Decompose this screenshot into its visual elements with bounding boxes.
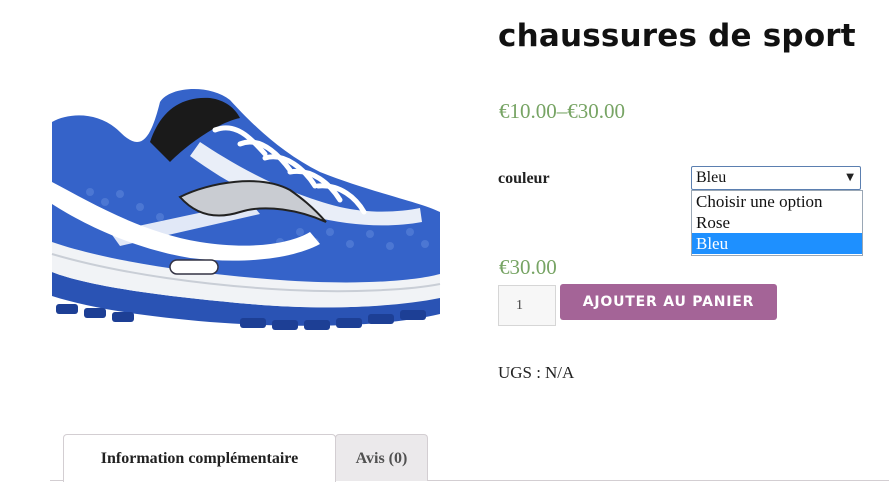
tab-additional-information[interactable]: Information complémentaire [63, 434, 336, 482]
quantity-input[interactable]: 1 [498, 285, 556, 326]
color-select[interactable]: Bleu ▼ [691, 166, 861, 190]
dropdown-arrow-icon: ▼ [846, 172, 854, 183]
sku: UGS : N/A [498, 363, 574, 383]
option-choose[interactable]: Choisir une option [692, 191, 862, 212]
option-bleu[interactable]: Bleu [692, 233, 862, 254]
add-to-cart-button[interactable]: AJOUTER AU PANIER [560, 284, 777, 320]
color-dropdown-list: Choisir une option Rose Bleu [691, 190, 863, 256]
product-title: chaussures de sport [498, 18, 856, 54]
variation-price: €30.00 [499, 255, 557, 279]
option-rose[interactable]: Rose [692, 212, 862, 233]
running-shoe-icon [51, 88, 441, 330]
tab-reviews[interactable]: Avis (0) [335, 434, 428, 481]
product-image [50, 82, 442, 334]
color-select-value: Bleu [696, 169, 727, 186]
color-label: couleur [498, 170, 550, 187]
sku-label: UGS : [498, 363, 541, 382]
sku-value: N/A [544, 363, 575, 382]
price-range: €10.00–€30.00 [499, 99, 625, 123]
